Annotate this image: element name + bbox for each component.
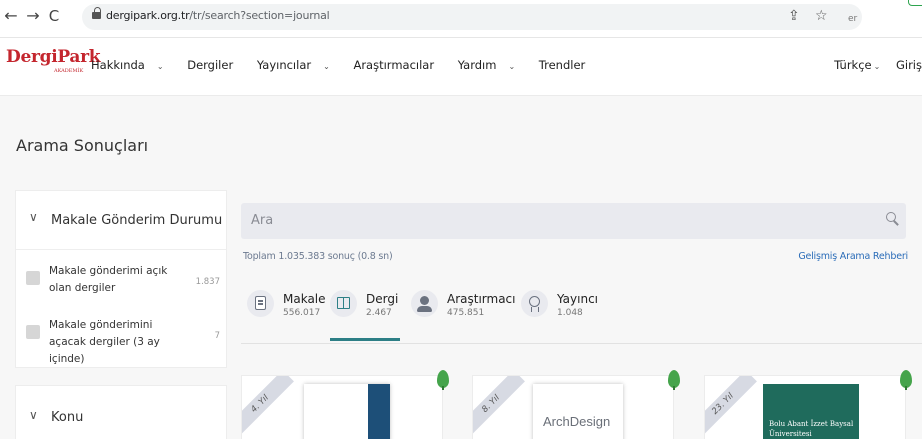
checkbox[interactable] <box>26 325 40 339</box>
site-header: DergiPark AKADEMİK Hakkında ⌄ Dergiler Ya… <box>0 38 922 96</box>
dergipark-logo[interactable]: DergiPark AKADEMİK <box>6 47 101 74</box>
menu-item-trendler[interactable]: Trendler <box>539 58 595 72</box>
search-input[interactable]: Ara <box>241 203 906 239</box>
main-menu: Hakkında ⌄ Dergiler Yayıncılar ⌄ Araştırma… <box>91 58 605 72</box>
menu-item-yayincilar[interactable]: Yayıncılar ⌄ <box>257 58 340 72</box>
journal-card[interactable]: 4. Yıl <box>241 375 443 439</box>
journal-card[interactable]: 23. Yıl Bolu Abant İzzet Baysal Üniversi… <box>704 375 906 439</box>
logo-text: DergiPark <box>6 47 101 67</box>
chevron-down-icon: ∨ <box>29 210 38 224</box>
lock-icon <box>92 7 101 22</box>
menu-label: Yardım <box>457 58 497 72</box>
document-icon <box>255 296 266 310</box>
advanced-search-link[interactable]: Gelişmiş Arama Rehberi <box>798 251 908 262</box>
share-icon[interactable]: ⇪ <box>788 8 800 24</box>
browser-toolbar: ← → C dergipark.org.tr/tr/search?section… <box>0 0 922 38</box>
person-icon <box>417 296 432 312</box>
filter-option-label: Makale gönderimi açık olan dergiler <box>49 265 168 294</box>
filter-option-upcoming[interactable]: Makale gönderimini açacak dergiler (3 ay… <box>26 317 220 365</box>
search-icon[interactable] <box>886 212 899 225</box>
subject-filter[interactable]: ∨ Konu <box>15 385 227 439</box>
header-right: Türkçe ⌄ Giriş <box>834 58 922 72</box>
menu-item-hakkinda[interactable]: Hakkında ⌄ <box>91 58 174 72</box>
extension-text: er <box>848 14 858 24</box>
tab-count: 2.467 <box>366 308 392 318</box>
menu-label: Yayıncılar <box>256 58 312 72</box>
chevron-down-icon: ⌄ <box>323 62 330 71</box>
filter-option-open[interactable]: Makale gönderimi açık olan dergiler 1.83… <box>26 263 220 299</box>
menu-item-arastirmacilar[interactable]: Araştırmacılar <box>353 58 444 72</box>
back-arrow-icon[interactable]: ← <box>3 6 19 26</box>
extension-icon[interactable] <box>908 0 922 6</box>
tab-count: 556.017 <box>283 308 321 318</box>
language-select[interactable]: Türkçe ⌄ <box>834 58 880 72</box>
badge-icon <box>529 296 540 312</box>
language-label: Türkçe <box>834 58 872 72</box>
checkbox[interactable] <box>26 271 40 285</box>
forward-arrow-icon[interactable]: → <box>25 6 41 26</box>
search-placeholder: Ara <box>251 213 274 228</box>
cover-subtitle: Üniversitesi <box>769 430 812 438</box>
cover-title: Bolu Abant İzzet Baysal <box>769 420 854 428</box>
page-title: Arama Sonuçları <box>16 136 149 155</box>
filter-option-count: 1.837 <box>195 277 220 287</box>
logo-subtext: AKADEMİK <box>54 68 84 74</box>
menu-label: Dergiler <box>187 58 234 72</box>
cover-spine <box>368 384 390 439</box>
url-text[interactable]: dergipark.org.tr/tr/search?section=journ… <box>106 9 330 22</box>
tab-label: Makale <box>283 292 326 306</box>
tab-label: Yayıncı <box>557 292 599 306</box>
results-summary: Toplam 1.035.383 sonuç (0.8 sn) <box>243 251 393 262</box>
login-link[interactable]: Giriş <box>896 58 922 72</box>
tab-icon-bg <box>330 290 357 317</box>
filter-title: Makale Gönderim Durumu <box>51 213 223 228</box>
journal-cover <box>304 384 390 439</box>
filter-option-label: Makale gönderimini açacak dergiler (3 ay… <box>49 319 160 365</box>
filter-header[interactable]: ∨ Makale Gönderim Durumu <box>16 191 226 250</box>
cover-title: ArchDesign <box>543 414 611 429</box>
filter-option-count: 7 <box>214 331 220 341</box>
bookmark-star-icon[interactable]: ☆ <box>815 8 828 24</box>
tab-icon-bg <box>247 290 274 317</box>
journal-age-ribbon: 8. Yıl <box>473 376 525 438</box>
chevron-down-icon: ⌄ <box>508 62 516 71</box>
tab-label: Araştırmacı <box>447 292 516 306</box>
tab-label: Dergi <box>366 292 399 306</box>
book-icon <box>337 297 350 309</box>
chevron-down-icon: ⌄ <box>873 62 881 71</box>
menu-label: Trendler <box>538 58 586 72</box>
url-host: dergipark.org.tr <box>106 9 190 22</box>
journal-age-ribbon: 23. Yıl <box>705 376 757 438</box>
tab-icon-bg <box>521 290 548 317</box>
journal-cover: ArchDesign <box>533 384 623 439</box>
reload-icon[interactable]: C <box>46 6 62 26</box>
tab-count: 475.851 <box>447 308 485 318</box>
url-path: /tr/search?section=journal <box>189 9 330 22</box>
journal-card[interactable]: 8. Yıl ArchDesign <box>472 375 674 439</box>
menu-label: Araştırmacılar <box>353 58 435 72</box>
chevron-down-icon: ⌄ <box>156 62 164 71</box>
journal-cover: Bolu Abant İzzet Baysal Üniversitesi <box>763 384 859 439</box>
active-tab-indicator <box>330 338 400 341</box>
menu-label: Hakkında <box>91 58 145 72</box>
chevron-down-icon: ∨ <box>29 408 38 422</box>
filter-title: Konu <box>51 410 84 425</box>
result-tabs: Makale 556.017 Dergi 2.467 Araştırmacı 4… <box>241 270 922 344</box>
journal-age-ribbon: 4. Yıl <box>242 376 294 438</box>
tab-count: 1.048 <box>557 308 583 318</box>
menu-item-dergiler[interactable]: Dergiler <box>187 58 243 72</box>
tab-icon-bg <box>411 290 438 317</box>
menu-item-yardim[interactable]: Yardım ⌄ <box>458 58 525 72</box>
submission-status-filter: ∨ Makale Gönderim Durumu Makale gönderim… <box>15 190 227 368</box>
